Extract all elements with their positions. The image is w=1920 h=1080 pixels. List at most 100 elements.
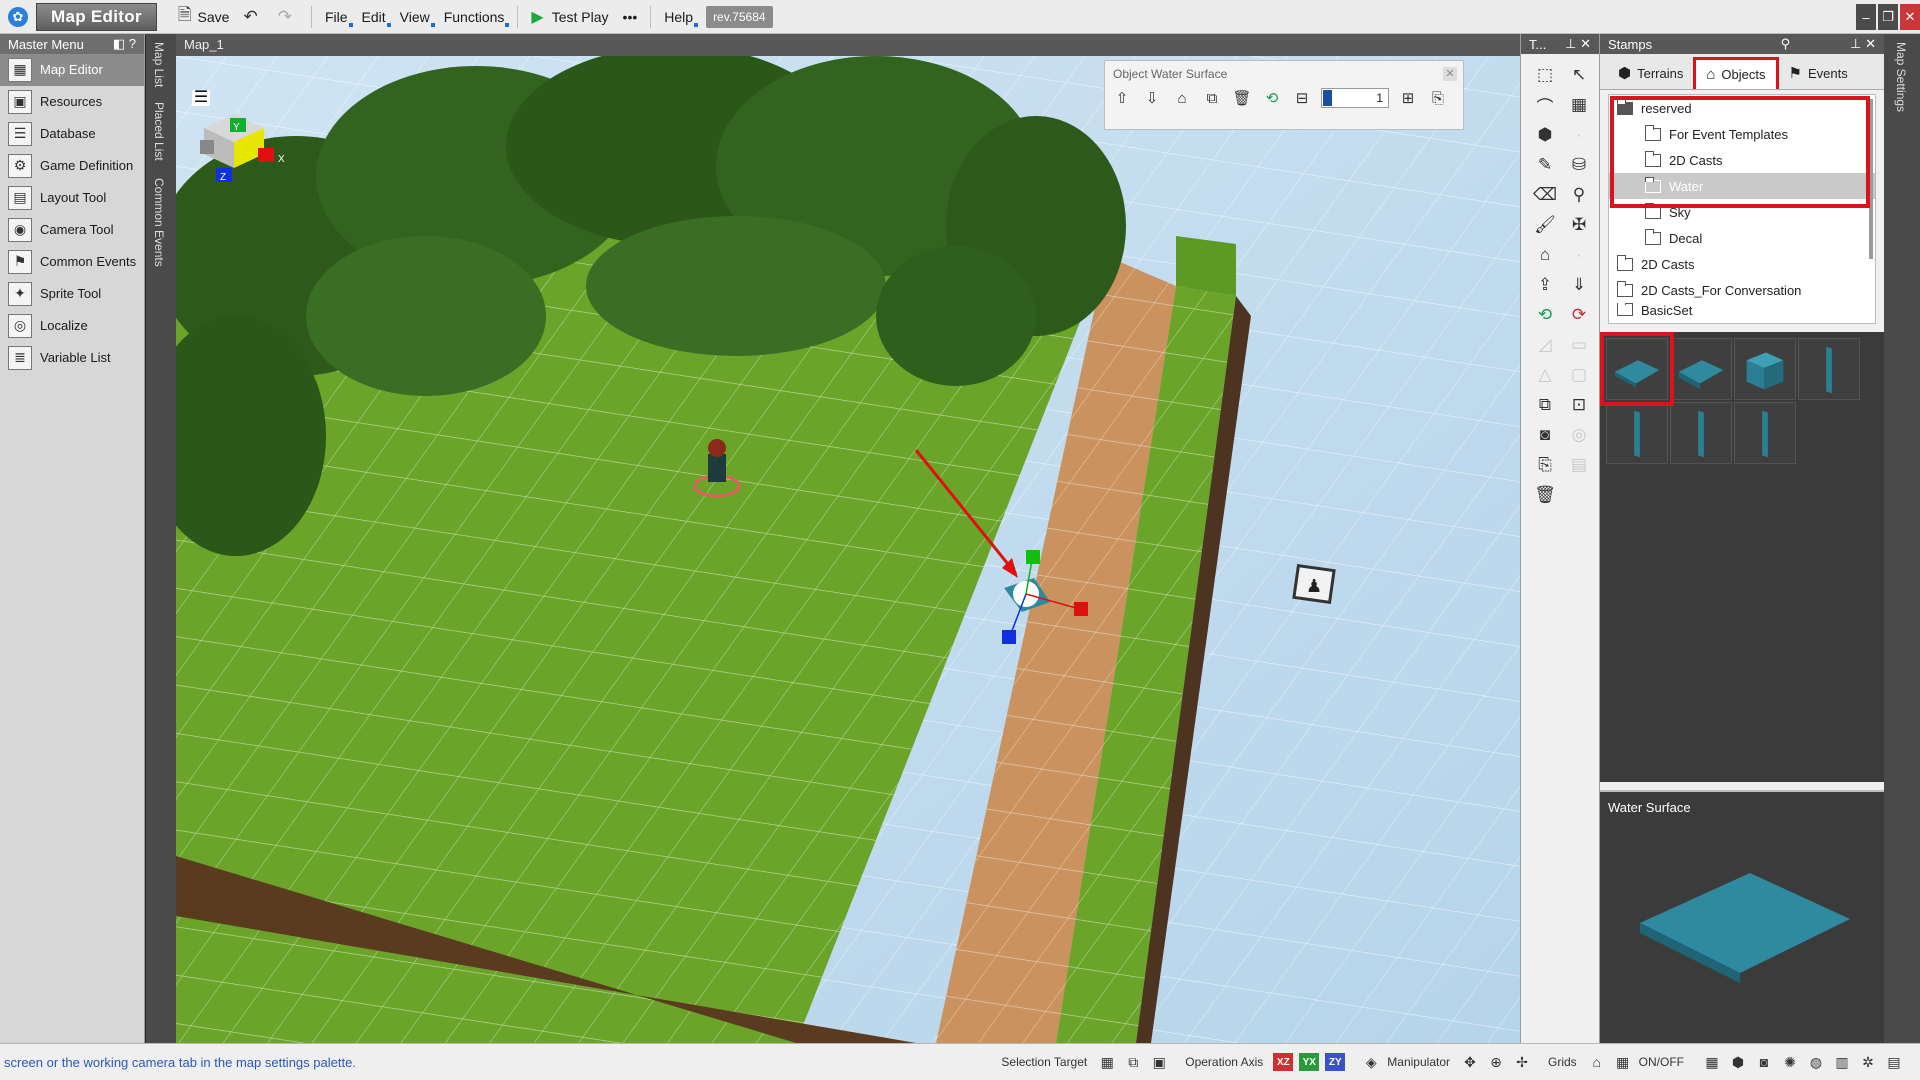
thumb-water-4[interactable] [1798, 338, 1860, 400]
tree-node-basicset[interactable]: BasicSet [1609, 303, 1875, 317]
master-item-camera-tool[interactable]: ◉ Camera Tool [0, 214, 144, 246]
move-gizmo-icon[interactable]: ✥ [1460, 1052, 1480, 1072]
stamp-icon[interactable]: ✠ [1565, 210, 1593, 240]
menu-edit[interactable]: Edit [355, 4, 393, 30]
export-icon[interactable]: ⎘ [1427, 87, 1449, 109]
trash-tool-icon[interactable]: 🗑 [1531, 480, 1559, 510]
toggle-effect-icon[interactable]: ✲ [1858, 1052, 1878, 1072]
thumb-water-5[interactable] [1606, 402, 1668, 464]
selection-event-icon[interactable]: ▣ [1149, 1052, 1169, 1072]
bucket-icon[interactable]: ⛁ [1565, 150, 1593, 180]
rotate-gizmo-icon[interactable]: ⊕ [1486, 1052, 1506, 1072]
master-item-map-editor[interactable]: ▦ Map Editor [0, 54, 144, 86]
raise-icon[interactable]: ⇧ [1111, 87, 1133, 109]
flip-tool-icon[interactable]: ⟳ [1565, 300, 1593, 330]
stamps-pin-icon[interactable]: ⊥ ✕ [1850, 36, 1876, 52]
master-item-database[interactable]: ☰ Database [0, 118, 144, 150]
cube-icon[interactable]: ⬢ [1531, 120, 1559, 150]
grids-onoff-label[interactable]: ON/OFF [1639, 1055, 1684, 1069]
menu-view[interactable]: View [393, 4, 437, 30]
master-item-game-definition[interactable]: ⚙ Game Definition [0, 150, 144, 182]
tree-node-2d-casts-conversation[interactable]: 2D Casts_For Conversation [1609, 277, 1875, 303]
master-item-resources[interactable]: ▣ Resources [0, 86, 144, 118]
more-button[interactable]: ••• [616, 4, 645, 30]
toggle-misc-icon[interactable]: ▤ [1884, 1052, 1904, 1072]
raise-terrain-icon[interactable]: ⇪ [1531, 270, 1559, 300]
minus-icon[interactable]: ⊟ [1291, 87, 1313, 109]
select-rect-icon[interactable]: ⬚ [1531, 60, 1559, 90]
viewport-tab[interactable]: Map_1 [176, 34, 1520, 56]
toggle-globe-icon[interactable]: ◍ [1806, 1052, 1826, 1072]
grid-icon[interactable]: ▦ [1613, 1052, 1633, 1072]
3d-scene[interactable]: ♟ Y X Z ☰ [176, 56, 1520, 1043]
tab-placed-list[interactable]: Placed List [152, 102, 166, 161]
maximize-button[interactable]: ❐ [1878, 4, 1898, 30]
thumb-water-2[interactable] [1670, 338, 1732, 400]
object-panel-close-icon[interactable]: ✕ [1443, 67, 1457, 81]
redo-button[interactable]: ↷ [271, 4, 305, 30]
save-button[interactable]: 🗎 Save [171, 4, 237, 30]
manipulator-icon[interactable]: ◈ [1361, 1052, 1381, 1072]
thumb-water-6[interactable] [1670, 402, 1732, 464]
floor-icon[interactable]: ⌂ [1171, 87, 1193, 109]
tab-map-list[interactable]: Map List [152, 42, 166, 87]
pin-icon[interactable]: ⊥ ✕ [1565, 36, 1591, 52]
lower-icon[interactable]: ⇩ [1141, 87, 1163, 109]
thumb-water-7[interactable] [1734, 402, 1796, 464]
minimize-button[interactable]: – [1856, 4, 1876, 30]
master-item-common-events[interactable]: ⚑ Common Events [0, 246, 144, 278]
menu-file[interactable]: File [318, 4, 355, 30]
pointer-icon[interactable]: ↖ [1565, 60, 1593, 90]
selection-object-icon[interactable]: ⧉ [1123, 1052, 1143, 1072]
undo-button[interactable]: ↶ [236, 4, 270, 30]
tab-objects[interactable]: ⌂ Objects [1693, 57, 1779, 89]
scale-gizmo-icon[interactable]: ✢ [1512, 1052, 1532, 1072]
tab-map-settings[interactable]: Map Settings [1894, 42, 1908, 112]
tab-common-events[interactable]: Common Events [152, 178, 166, 267]
axis-xz-button[interactable]: XZ [1273, 1053, 1294, 1071]
test-play-button[interactable]: ▶ Test Play [524, 4, 615, 30]
selection-grid-icon[interactable]: ▦ [1097, 1052, 1117, 1072]
rotate-icon[interactable]: ⟲ [1261, 87, 1283, 109]
rotate-tool-icon[interactable]: ⟲ [1531, 300, 1559, 330]
house-icon[interactable]: ⌂ [1531, 240, 1559, 270]
pen-icon[interactable]: ✎ [1531, 150, 1559, 180]
menu-help[interactable]: Help [657, 4, 700, 30]
tab-events[interactable]: ⚑ Events [1779, 57, 1858, 89]
stamps-search-icon[interactable]: ⚲ [1781, 36, 1791, 52]
collapse-icon[interactable]: ◧ ? [113, 36, 136, 52]
duplicate-icon[interactable]: ⎘ [1531, 450, 1559, 480]
tile-grid-icon[interactable]: ▦ [1565, 90, 1593, 120]
trash-icon[interactable]: 🗑 [1231, 87, 1253, 109]
lower-terrain-icon[interactable]: ⇓ [1565, 270, 1593, 300]
viewport-menu-icon[interactable]: ☰ [192, 90, 210, 106]
master-item-sprite-tool[interactable]: ✦ Sprite Tool [0, 278, 144, 310]
menu-functions[interactable]: Functions [437, 4, 512, 30]
group-icon[interactable]: ⧉ [1531, 390, 1559, 420]
copy-icon[interactable]: ⧉ [1201, 87, 1223, 109]
master-item-layout-tool[interactable]: ▤ Layout Tool [0, 182, 144, 214]
lasso-icon[interactable]: ⌒ [1531, 90, 1559, 120]
master-item-variable-list[interactable]: ≣ Variable List [0, 342, 144, 374]
master-item-localize[interactable]: ◎ Localize [0, 310, 144, 342]
ungroup-icon[interactable]: ⊡ [1565, 390, 1593, 420]
toggle-layer-icon[interactable]: ▥ [1832, 1052, 1852, 1072]
dropper-icon[interactable]: ⚲ [1565, 180, 1593, 210]
eraser-icon[interactable]: ⌫ [1531, 180, 1559, 210]
axis-zy-button[interactable]: ZY [1325, 1053, 1346, 1071]
toggle-terrain-icon[interactable]: ⬢ [1728, 1052, 1748, 1072]
toggle-grid-icon[interactable]: ▦ [1702, 1052, 1722, 1072]
brush-icon[interactable]: 🖌 [1531, 210, 1559, 240]
thumb-water-3[interactable] [1734, 338, 1796, 400]
close-window-button[interactable]: ✕ [1900, 4, 1920, 30]
camera-icon[interactable]: ◙ [1531, 420, 1559, 450]
plus-icon[interactable]: ⊞ [1397, 87, 1419, 109]
tree-node-decal[interactable]: Decal [1609, 225, 1875, 251]
axis-yx-button[interactable]: YX [1299, 1053, 1320, 1071]
object-value-spinner[interactable]: 1 [1321, 88, 1389, 108]
toggle-light-icon[interactable]: ✺ [1780, 1052, 1800, 1072]
grid-height-icon[interactable]: ⌂ [1587, 1052, 1607, 1072]
tab-terrains[interactable]: ⬢ Terrains [1608, 57, 1693, 89]
toggle-camera-icon[interactable]: ◙ [1754, 1052, 1774, 1072]
tree-node-2d-casts[interactable]: 2D Casts [1609, 251, 1875, 277]
